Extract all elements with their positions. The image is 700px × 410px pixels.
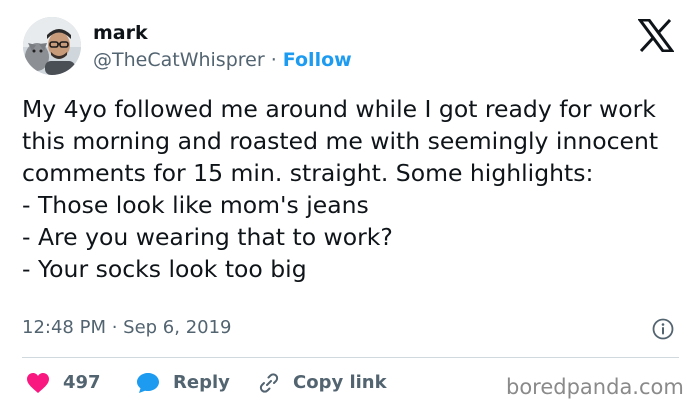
avatar-photo-icon bbox=[23, 17, 81, 75]
tweet-text: My 4yo followed me around while I got re… bbox=[22, 95, 659, 283]
info-icon[interactable] bbox=[652, 318, 674, 340]
follow-button[interactable]: Follow bbox=[283, 49, 352, 71]
avatar[interactable] bbox=[23, 17, 81, 75]
x-logo-icon[interactable] bbox=[638, 19, 674, 52]
like-count: 497 bbox=[63, 372, 101, 393]
copy-link-label: Copy link bbox=[293, 372, 387, 393]
link-icon bbox=[259, 373, 279, 393]
tweet-timestamp[interactable]: 12:48 PM · Sep 6, 2019 bbox=[22, 316, 232, 340]
reply-button[interactable]: Reply bbox=[136, 370, 230, 396]
author-handle-line: @TheCatWhisprer · Follow bbox=[93, 48, 352, 72]
watermark: boredpanda.com bbox=[506, 375, 684, 399]
heart-icon bbox=[27, 373, 49, 393]
separator-dot: · bbox=[264, 49, 283, 71]
reply-label: Reply bbox=[173, 372, 230, 393]
author-handle[interactable]: @TheCatWhisprer bbox=[93, 49, 265, 71]
tweet-card: mark @TheCatWhisprer · Follow My 4yo fol… bbox=[0, 0, 700, 410]
divider bbox=[22, 357, 679, 358]
speech-bubble-icon bbox=[137, 373, 159, 393]
copy-link-button[interactable]: Copy link bbox=[258, 370, 387, 396]
author-name[interactable]: mark bbox=[93, 21, 148, 45]
like-button[interactable]: 497 bbox=[26, 370, 101, 396]
